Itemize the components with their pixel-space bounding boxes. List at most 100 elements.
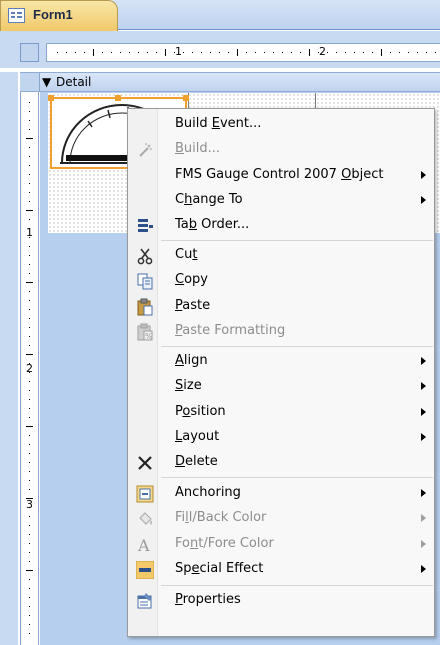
menu-item-align[interactable]: Align — [128, 350, 434, 374]
menu-item-change-to[interactable]: Change To — [128, 189, 434, 213]
submenu-arrow-icon — [421, 433, 426, 441]
label-text: FMS Gauge Control 2007 — [175, 167, 342, 182]
detail-section-label: ▼ Detail — [42, 75, 92, 89]
vertical-ruler[interactable]: 1 2 3 — [20, 92, 39, 645]
ruler-tick — [435, 52, 436, 53]
menu-item-position[interactable]: Position — [128, 401, 434, 425]
ruler-tick — [29, 345, 30, 346]
properties-icon — [136, 592, 154, 610]
ruler-tick — [219, 52, 220, 53]
label-text: opy — [184, 272, 208, 287]
menu-item-fms-gauge-control-2007-object[interactable]: FMS Gauge Control 2007 Object — [128, 164, 434, 188]
menu-item-layout[interactable]: Layout — [128, 426, 434, 450]
menu-item-delete[interactable]: Delete — [128, 451, 434, 475]
menu-item-paste-formatting[interactable]: % Paste Formatting — [128, 320, 434, 344]
menu-item-cut[interactable]: Cut — [128, 244, 434, 268]
ruler-tick — [26, 570, 33, 571]
label-text: elete — [185, 454, 218, 469]
ruler-tick — [29, 228, 30, 229]
menu-item-copy[interactable]: Copy — [128, 269, 434, 293]
ruler-tick — [29, 336, 30, 337]
ruler-tick — [111, 52, 112, 53]
ruler-tick — [29, 372, 30, 373]
label-text: Order... — [197, 217, 250, 232]
access-key: e — [191, 561, 200, 576]
menu-item-anchoring[interactable]: Anchoring — [128, 482, 434, 506]
detail-section-bar[interactable]: ▼ Detail — [20, 72, 440, 92]
section-arrow-icon: ▼ — [42, 75, 52, 89]
access-key: b — [188, 217, 198, 232]
menu-item-label: Paste — [175, 298, 210, 313]
form-icon — [8, 8, 25, 23]
label-text: cial Effect — [199, 561, 264, 576]
menu-item-font-fore-color[interactable]: A Font/Fore Color — [128, 533, 434, 557]
access-key: D — [175, 454, 186, 469]
font-color-icon: A — [136, 536, 154, 555]
submenu-arrow-icon — [421, 565, 426, 573]
ruler-tick — [327, 52, 328, 53]
horizontal-ruler[interactable]: 1 2 — [46, 43, 440, 62]
form-selector[interactable] — [20, 43, 39, 62]
ruler-tick — [426, 52, 427, 53]
ruler-tick — [29, 606, 30, 607]
ruler-tick — [417, 52, 418, 53]
ruler-tick — [57, 52, 58, 53]
ruler-tick — [345, 52, 346, 53]
menu-item-tab-order[interactable]: Tab Order... — [128, 214, 434, 238]
ruler-tick — [29, 462, 30, 463]
ruler-tick — [26, 498, 33, 499]
ruler-tick — [29, 102, 30, 103]
access-key: O — [341, 167, 352, 182]
access-key: A — [175, 353, 184, 368]
menu-item-properties[interactable]: Properties — [128, 589, 434, 613]
resize-handle[interactable] — [48, 95, 54, 101]
ruler-tick — [228, 52, 229, 53]
menu-separator — [161, 477, 433, 478]
ruler-tick — [255, 52, 256, 53]
ruler-number: 1 — [175, 45, 182, 58]
menu-item-build-event[interactable]: Build Event... — [128, 113, 434, 137]
ruler-tick — [26, 138, 33, 139]
ruler-tick — [300, 52, 301, 53]
ruler-tick — [29, 129, 30, 130]
menu-item-fill-back-color[interactable]: Fill/Back Color — [128, 507, 434, 531]
special-effect-icon — [135, 560, 155, 580]
ruler-tick — [372, 52, 373, 53]
ruler-tick — [246, 52, 247, 53]
menu-item-label: Layout — [175, 429, 219, 444]
label-text: ange To — [192, 192, 243, 207]
ruler-tick — [201, 52, 202, 53]
form1-tab[interactable]: Form1 — [0, 0, 118, 31]
menu-item-label: Build Event... — [175, 116, 261, 131]
menu-separator — [161, 240, 433, 241]
label-text: ize — [183, 378, 202, 393]
document-tab-strip: Form1 — [0, 0, 440, 31]
ruler-tick — [29, 120, 30, 121]
label-text: Sp — [175, 561, 192, 576]
ruler-tick — [29, 444, 30, 445]
ruler-tick — [29, 588, 30, 589]
ruler-tick — [29, 219, 30, 220]
resize-handle[interactable] — [115, 95, 121, 101]
section-label-text: Detail — [56, 75, 92, 89]
section-selector[interactable] — [20, 73, 40, 91]
ruler-tick — [29, 381, 30, 382]
ruler-tick — [29, 399, 30, 400]
ruler-tick — [26, 426, 33, 427]
menu-item-special-effect[interactable]: Special Effect — [128, 558, 434, 582]
menu-item-paste[interactable]: Paste — [128, 295, 434, 319]
form-design-window: Form1 1 2 ▼ Detail 1 2 3 Build Event... … — [0, 0, 440, 645]
label-text: Ta — [175, 217, 189, 232]
menu-item-size[interactable]: Size — [128, 375, 434, 399]
resize-handle[interactable] — [183, 95, 189, 101]
submenu-arrow-icon — [421, 171, 426, 179]
label-text: sition — [190, 404, 226, 419]
ruler-tick — [29, 534, 30, 535]
ruler-tick — [210, 52, 211, 53]
menu-item-build[interactable]: Build... — [128, 138, 434, 162]
menu-separator — [161, 585, 433, 586]
ruler-tick — [26, 354, 33, 355]
ruler-tick — [29, 435, 30, 436]
ruler-tick — [29, 543, 30, 544]
menu-item-label: Cut — [175, 247, 197, 262]
